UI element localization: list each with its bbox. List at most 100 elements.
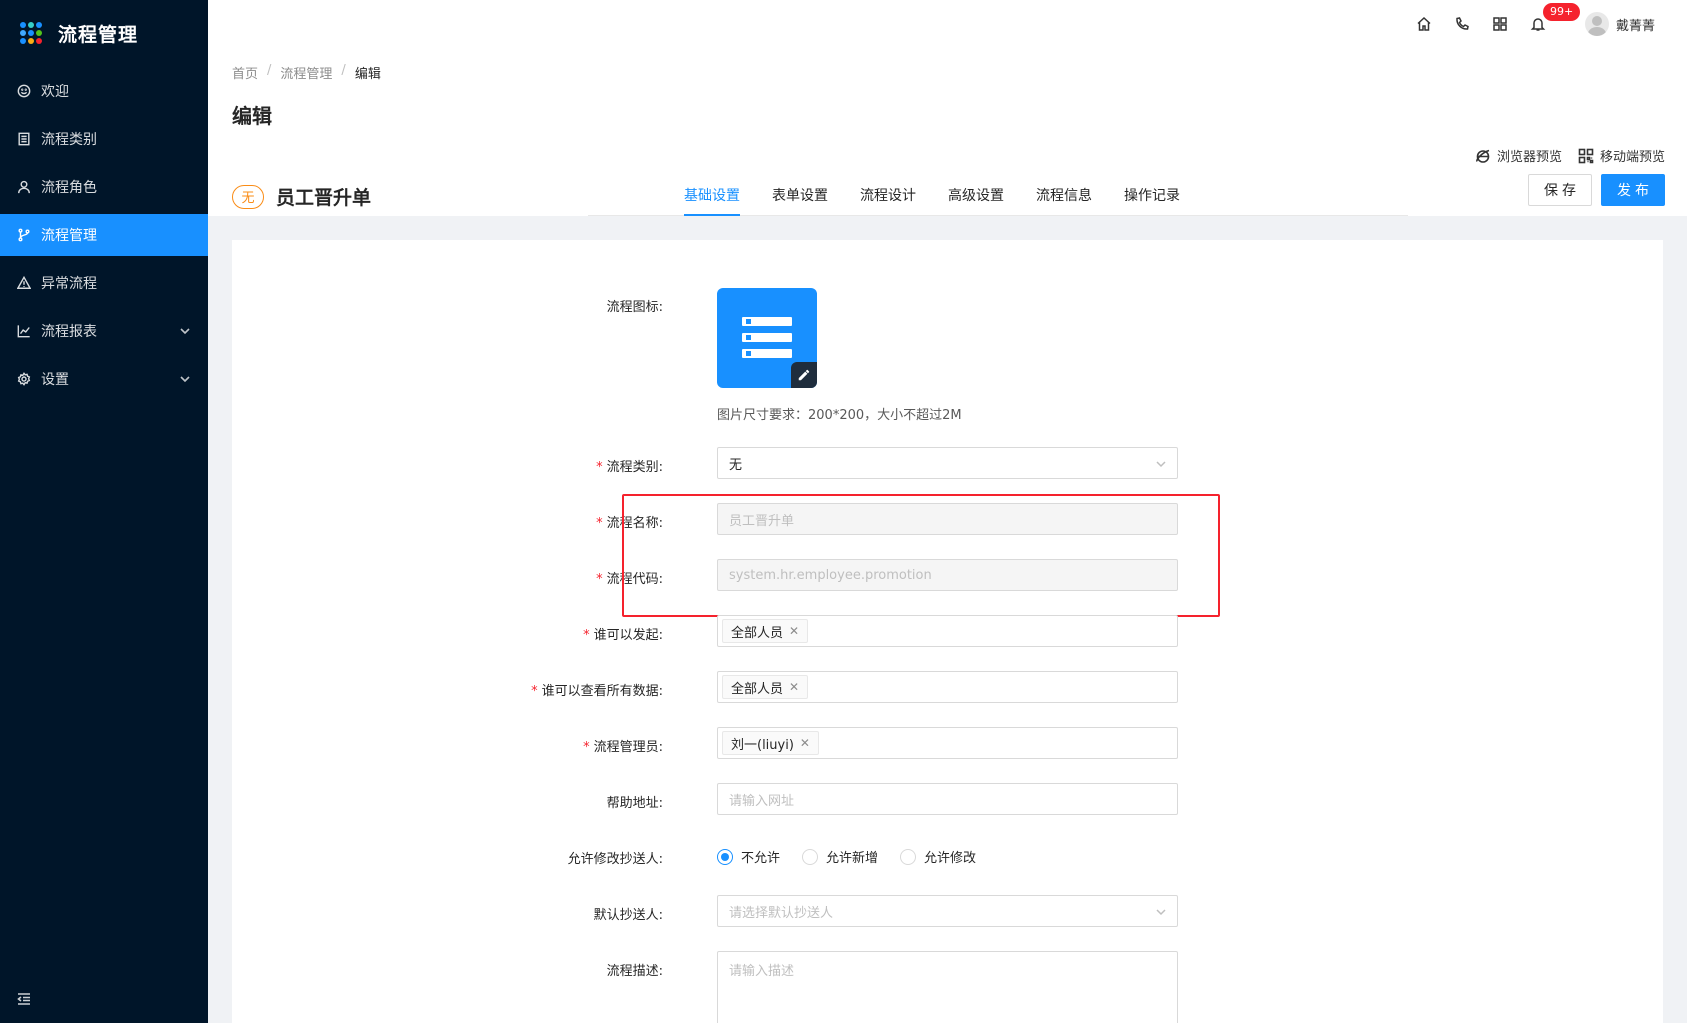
sidebar-item-label: 异常流程: [41, 276, 97, 292]
username[interactable]: 戴菁菁: [1616, 15, 1655, 34]
sidebar-item-label: 流程报表: [41, 324, 97, 340]
sidebar-item-roles[interactable]: 流程角色: [0, 166, 208, 208]
default-cc-select[interactable]: 请选择默认抄送人: [717, 895, 1178, 927]
category-label: * 流程类别:: [596, 460, 663, 475]
radio-checked-icon: [717, 848, 733, 865]
tab-basic-settings[interactable]: 基础设置: [684, 176, 740, 216]
apps-icon[interactable]: [1492, 16, 1508, 32]
highlight-box: [622, 494, 1220, 617]
selected-tag: 全部人员 ✕: [722, 619, 809, 643]
radio-allow-modify[interactable]: 允许修改: [900, 847, 976, 866]
warning-icon: [17, 276, 31, 290]
menu-collapse-icon[interactable]: [16, 991, 32, 1007]
initiator-select[interactable]: 全部人员 ✕: [717, 615, 1178, 647]
sidebar-item-categories[interactable]: 流程类别: [0, 118, 208, 160]
flow-name: 员工晋升单: [276, 187, 372, 209]
viewer-label: * 谁可以查看所有数据:: [531, 684, 663, 699]
breadcrumb-current: 编辑: [354, 67, 381, 82]
sidebar-item-label: 流程角色: [41, 180, 97, 196]
cc-modify-label: 允许修改抄送人:: [567, 852, 663, 867]
top-header: 99+ 戴菁菁: [208, 0, 1687, 48]
breadcrumb-separator: /: [267, 63, 272, 78]
qrcode-icon: [1578, 148, 1594, 163]
flow-icon-hint: 图片尺寸要求：200*200，大小不超过2M: [717, 408, 962, 423]
notification-badge: 99+: [1543, 3, 1581, 21]
home-icon[interactable]: [1416, 16, 1432, 32]
sidebar-item-settings[interactable]: 设置: [0, 358, 208, 400]
initiator-label: * 谁可以发起:: [583, 628, 663, 643]
app-title: 流程管理: [58, 23, 139, 46]
save-button[interactable]: 保存: [1528, 174, 1592, 206]
radio-unchecked-icon: [900, 848, 917, 865]
chevron-down-icon: [179, 373, 191, 385]
logo[interactable]: 流程管理: [0, 0, 208, 66]
ie-browser-icon: [1476, 149, 1490, 163]
default-cc-placeholder: 请选择默认抄送人: [729, 905, 834, 921]
chevron-down-icon: [1155, 906, 1167, 918]
description-label: 流程描述:: [606, 964, 663, 979]
app-grid-icon: [20, 22, 42, 44]
description-placeholder: 请输入描述: [729, 964, 795, 979]
sidebar: 流程管理 欢迎 流程类别 流程角色 流程管理 异常流程 流程报表 设置: [0, 0, 208, 1023]
viewer-select[interactable]: 全部人员 ✕: [717, 671, 1178, 703]
smile-icon: [17, 84, 31, 98]
chevron-down-icon: [179, 325, 191, 337]
tab-advanced-settings[interactable]: 高级设置: [948, 176, 1004, 216]
tab-flow-design[interactable]: 流程设计: [860, 176, 916, 216]
avatar[interactable]: [1585, 12, 1609, 36]
help-url-label: 帮助地址:: [606, 796, 663, 811]
sidebar-item-label: 流程类别: [41, 132, 97, 148]
cc-modify-radio-group: 不允许 允许新增 允许修改: [717, 847, 998, 866]
phone-icon[interactable]: [1454, 16, 1470, 32]
radio-allow-add[interactable]: 允许新增: [802, 847, 878, 866]
flow-icon-picker[interactable]: [717, 288, 817, 388]
flow-header: 无 员工晋升单: [232, 183, 371, 210]
tabs: 基础设置 表单设置 流程设计 高级设置 流程信息 操作记录: [684, 176, 1212, 216]
flow-icon-label: 流程图标:: [606, 300, 663, 315]
close-icon[interactable]: ✕: [789, 624, 799, 638]
list-icon: [17, 132, 31, 146]
sidebar-item-reports[interactable]: 流程报表: [0, 310, 208, 352]
browser-preview-link[interactable]: 浏览器预览: [1475, 146, 1562, 165]
radio-not-allowed[interactable]: 不允许: [717, 847, 780, 866]
tab-operation-log[interactable]: 操作记录: [1124, 176, 1180, 216]
help-url-input[interactable]: 请输入网址: [717, 783, 1178, 815]
description-textarea[interactable]: 请输入描述: [717, 951, 1178, 1023]
tab-form-settings[interactable]: 表单设置: [772, 176, 828, 216]
sidebar-menu: 欢迎 流程类别 流程角色 流程管理 异常流程 流程报表 设置: [0, 70, 208, 400]
bell-icon[interactable]: [1530, 16, 1546, 32]
selected-tag: 刘一(liuyi) ✕: [722, 731, 819, 755]
breadcrumb-home[interactable]: 首页: [232, 63, 258, 82]
form-card: 流程图标: 图片尺寸要求：200*200，大小不超过2M * 流程类别: 无 * 流…: [232, 240, 1663, 1023]
sidebar-item-flow-management[interactable]: 流程管理: [0, 214, 208, 256]
breadcrumb-separator: /: [341, 63, 346, 78]
breadcrumb: 首页 / 流程管理 / 编辑: [232, 63, 381, 82]
gear-icon: [17, 372, 31, 386]
publish-button[interactable]: 发布: [1601, 174, 1665, 206]
close-icon[interactable]: ✕: [789, 680, 799, 694]
sidebar-item-exceptions[interactable]: 异常流程: [0, 262, 208, 304]
mobile-preview-label: 移动端预览: [1599, 150, 1665, 165]
category-select[interactable]: 无: [717, 447, 1178, 479]
chevron-down-icon: [1155, 458, 1167, 470]
selected-tag: 全部人员 ✕: [722, 675, 809, 699]
mobile-preview-link[interactable]: 移动端预览: [1578, 146, 1665, 165]
page-header: 首页 / 流程管理 / 编辑 编辑 浏览器预览 移动端预览 无 员工晋升单 基础…: [208, 48, 1687, 216]
sidebar-item-label: 流程管理: [41, 228, 97, 244]
breadcrumb-section[interactable]: 流程管理: [280, 63, 332, 82]
help-url-placeholder: 请输入网址: [729, 793, 795, 809]
sidebar-item-label: 设置: [41, 372, 69, 388]
preview-links: 浏览器预览 移动端预览: [1459, 146, 1665, 165]
tab-flow-info[interactable]: 流程信息: [1036, 176, 1092, 216]
chart-icon: [17, 324, 31, 338]
branch-icon: [17, 228, 31, 242]
browser-preview-label: 浏览器预览: [1496, 150, 1562, 165]
admin-select[interactable]: 刘一(liuyi) ✕: [717, 727, 1178, 759]
close-icon[interactable]: ✕: [800, 736, 810, 750]
sidebar-item-welcome[interactable]: 欢迎: [0, 70, 208, 112]
default-cc-label: 默认抄送人:: [593, 908, 663, 923]
pencil-edit-icon[interactable]: [791, 362, 817, 388]
category-value: 无: [729, 457, 743, 473]
page-title: 编辑: [232, 104, 272, 128]
admin-label: * 流程管理员:: [583, 740, 663, 755]
